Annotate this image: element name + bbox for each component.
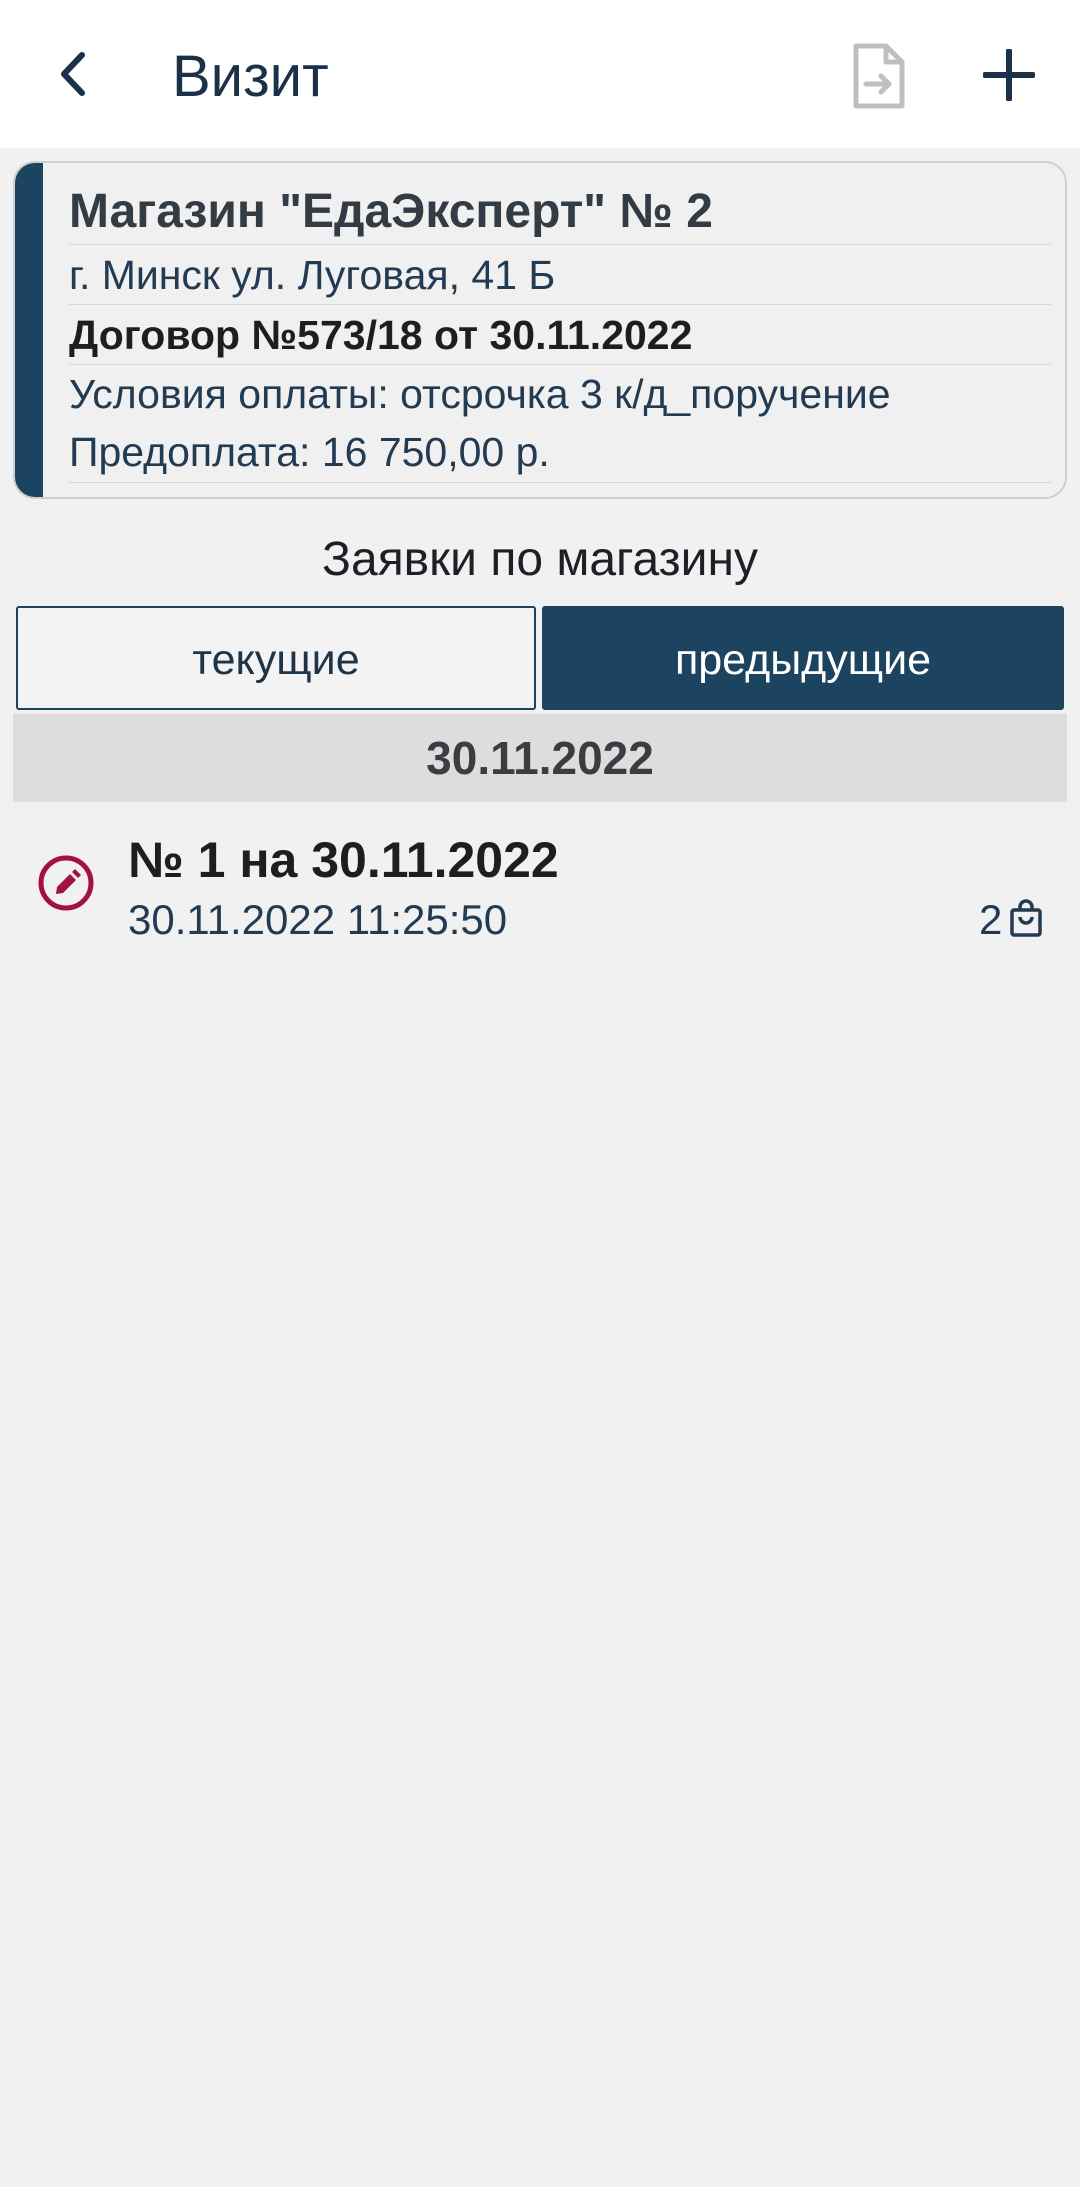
document-export-button[interactable] <box>840 36 916 116</box>
order-title: № 1 на 30.11.2022 <box>128 832 559 888</box>
document-export-icon <box>853 43 905 109</box>
tab-previous[interactable]: предыдущие <box>542 606 1064 710</box>
shop-contract: Договор №573/18 от 30.11.2022 <box>69 305 1051 365</box>
order-item-count: 2 <box>979 896 1003 943</box>
tab-current[interactable]: текущие <box>16 606 536 710</box>
add-button[interactable] <box>970 36 1048 114</box>
shop-name: Магазин "ЕдаЭксперт" № 2 <box>69 183 1051 245</box>
plus-icon <box>983 49 1035 101</box>
orders-section-title: Заявки по магазину <box>322 533 758 586</box>
payment-terms: Условия оплаты: отсрочка 3 к/д_поручение <box>69 371 891 417</box>
shop-address: г. Минск ул. Луговая, 41 Б <box>69 245 1051 305</box>
order-list-item[interactable]: № 1 на 30.11.2022 30.11.2022 11:25:50 2 <box>13 806 1067 958</box>
chevron-left-icon <box>61 52 85 96</box>
edit-icon <box>38 855 94 911</box>
back-button[interactable] <box>38 36 108 112</box>
card-accent-bar <box>15 163 43 497</box>
order-datetime: 30.11.2022 11:25:50 <box>128 896 508 943</box>
page-title: Визит <box>172 44 329 109</box>
app-header: Визит <box>0 0 1080 148</box>
shopping-bag-icon <box>1010 899 1042 937</box>
date-group-header: 30.11.2022 <box>13 714 1067 802</box>
shop-info-card[interactable]: Магазин "ЕдаЭксперт" № 2 г. Минск ул. Лу… <box>13 161 1067 499</box>
prepayment: Предоплата: 16 750,00 р. <box>69 423 1051 483</box>
